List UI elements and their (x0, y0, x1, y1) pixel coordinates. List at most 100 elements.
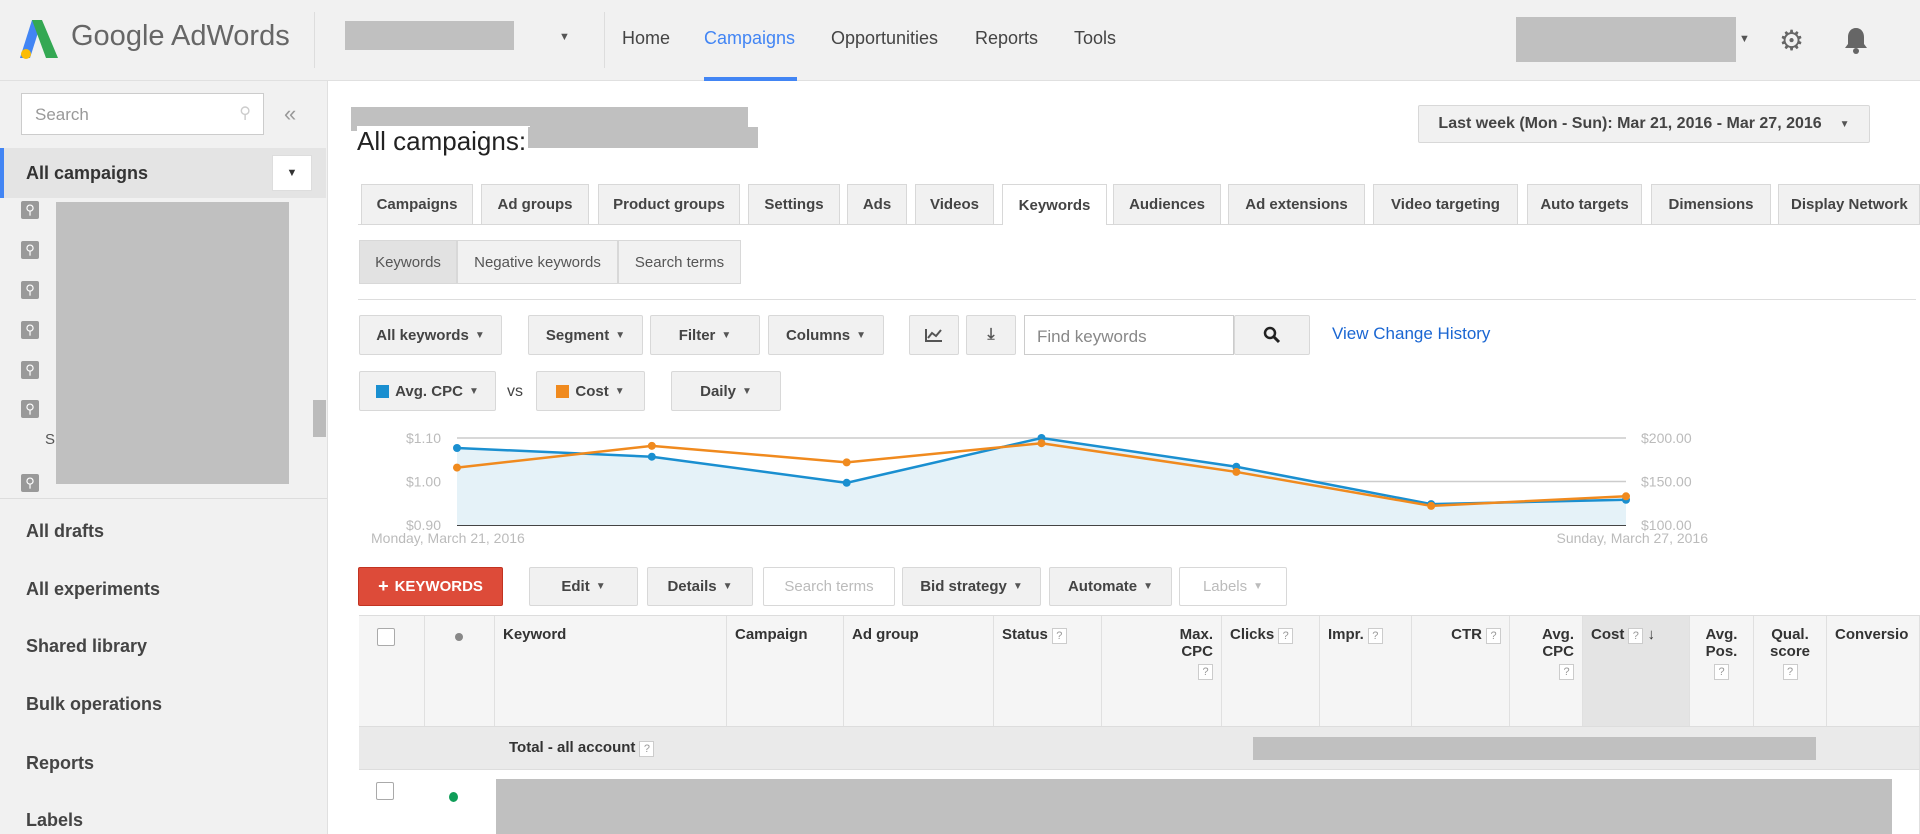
sidebar-search-input[interactable]: Search ⚲ (21, 93, 264, 135)
column-header-status[interactable]: Status? (994, 616, 1102, 726)
help-icon[interactable]: ? (1278, 628, 1294, 644)
metric2-selector[interactable]: Cost ▼ (536, 371, 645, 411)
tab-ads[interactable]: Ads (847, 184, 907, 224)
help-icon[interactable]: ? (1628, 628, 1644, 644)
bid-strategy-button[interactable]: Bid strategy ▼ (902, 567, 1041, 606)
sidebar-item-shared-library[interactable]: Shared library (26, 636, 147, 657)
column-header-label: Qual. score (1769, 626, 1811, 660)
tab-video-targeting[interactable]: Video targeting (1373, 184, 1518, 224)
edit-button[interactable]: Edit ▼ (529, 567, 638, 606)
tab-dimensions[interactable]: Dimensions (1651, 184, 1771, 224)
column-header-qual-score[interactable]: Qual. score? (1754, 616, 1827, 726)
gear-icon[interactable]: ⚙ (1779, 24, 1804, 57)
find-keywords-placeholder: Find keywords (1037, 327, 1147, 346)
metric1-selector[interactable]: Avg. CPC ▼ (359, 371, 496, 411)
column-header-conversio[interactable]: Conversio (1827, 616, 1920, 726)
help-icon[interactable]: ? (1559, 664, 1574, 680)
column-header-label: Ad group (852, 626, 919, 643)
filter-button[interactable]: Filter ▼ (650, 315, 760, 355)
sidebar-item-bulk-operations[interactable]: Bulk operations (26, 694, 162, 715)
total-label: Total - all account? (509, 739, 655, 757)
chevron-down-icon: ▼ (722, 581, 733, 592)
chevron-down-icon[interactable]: ▼ (272, 155, 312, 191)
nav-opportunities[interactable]: Opportunities (831, 28, 938, 49)
period-selector[interactable]: Daily ▼ (671, 371, 781, 411)
view-change-history-link[interactable]: View Change History (1332, 324, 1490, 344)
sidebar-item-all-experiments[interactable]: All experiments (26, 579, 160, 600)
tab-display-network[interactable]: Display Network (1778, 184, 1920, 224)
tab-ad-groups[interactable]: Ad groups (481, 184, 589, 224)
subtab-search-terms[interactable]: Search terms (618, 240, 741, 284)
add-keywords-button[interactable]: + KEYWORDS (358, 567, 503, 606)
automate-button[interactable]: Automate ▼ (1049, 567, 1172, 606)
help-icon[interactable]: ? (639, 741, 655, 757)
sidebar-item-labels[interactable]: Labels (26, 810, 83, 831)
tab-ad-extensions[interactable]: Ad extensions (1228, 184, 1365, 224)
tab-videos[interactable]: Videos (915, 184, 994, 224)
tab-audiences[interactable]: Audiences (1113, 184, 1221, 224)
tab-keywords[interactable]: Keywords (1002, 184, 1107, 225)
nav-reports[interactable]: Reports (975, 28, 1038, 49)
cost-point (1232, 467, 1241, 476)
nav-tools[interactable]: Tools (1074, 28, 1116, 49)
nav-campaigns[interactable]: Campaigns (704, 28, 795, 49)
find-keywords-input[interactable]: Find keywords (1024, 315, 1234, 355)
bid-strategy-label: Bid strategy (920, 578, 1007, 595)
row-checkbox[interactable] (376, 782, 394, 800)
nav-home[interactable]: Home (622, 28, 670, 49)
help-icon[interactable]: ? (1198, 664, 1213, 680)
column-header-avg-cpc[interactable]: Avg. CPC? (1510, 616, 1583, 726)
details-button[interactable]: Details ▼ (647, 567, 753, 606)
tab-campaigns[interactable]: Campaigns (361, 184, 473, 224)
user-account-menu[interactable] (1516, 17, 1736, 62)
column-header-max-cpc[interactable]: Max. CPC? (1102, 616, 1222, 726)
column-header-impr[interactable]: Impr.? (1320, 616, 1412, 726)
bell-icon[interactable] (1843, 26, 1869, 54)
avg-cpc-point (453, 444, 461, 453)
search-icon: ⚲ (239, 105, 251, 122)
user-dropdown-icon[interactable]: ▼ (1739, 33, 1750, 45)
toggle-chart-button[interactable] (909, 315, 959, 355)
help-icon[interactable]: ? (1367, 628, 1383, 644)
chevron-down-icon: ▼ (615, 329, 626, 341)
help-icon[interactable]: ? (1051, 628, 1067, 644)
date-range-selector[interactable]: Last week (Mon - Sun): Mar 21, 2016 - Ma… (1418, 105, 1870, 143)
account-dropdown-icon[interactable]: ▼ (559, 31, 570, 43)
subtab-keywords[interactable]: Keywords (359, 240, 457, 284)
tab-settings[interactable]: Settings (748, 184, 840, 224)
metric2-swatch (556, 384, 570, 398)
segment-button[interactable]: Segment ▼ (528, 315, 643, 355)
sort-descending-icon[interactable]: ↓ (1643, 626, 1656, 643)
tab-auto-targets[interactable]: Auto targets (1527, 184, 1642, 224)
help-icon[interactable]: ? (1714, 664, 1729, 680)
help-icon[interactable]: ? (1486, 628, 1501, 644)
chevron-down-icon: ▼ (1012, 581, 1023, 592)
column-header-ctr[interactable]: CTR? (1412, 616, 1510, 726)
segment-label: Segment (545, 326, 610, 344)
column-header-ad-group[interactable]: Ad group (844, 616, 994, 726)
all-campaigns-row[interactable]: All campaigns ▼ (0, 148, 326, 198)
column-header-cost[interactable]: Cost? ↓ (1583, 616, 1690, 726)
total-label-text: Total - all account (509, 739, 636, 756)
add-keywords-label: KEYWORDS (394, 578, 483, 595)
select-all-checkbox[interactable] (377, 628, 395, 646)
column-header-avg-pos[interactable]: Avg. Pos.? (1690, 616, 1754, 726)
download-button[interactable]: ⤓ (966, 315, 1016, 355)
search-button[interactable] (1234, 315, 1310, 355)
column-header-keyword[interactable]: Keyword (495, 616, 727, 726)
avg-cpc-point (842, 478, 851, 487)
column-header-clicks[interactable]: Clicks? (1222, 616, 1320, 726)
column-header-label: Max. CPC (1179, 626, 1213, 660)
all-keywords-filter[interactable]: All keywords ▼ (359, 315, 502, 355)
account-selector[interactable] (345, 21, 514, 50)
sidebar-item-reports[interactable]: Reports (26, 753, 94, 774)
search-terms-button[interactable]: Search terms (763, 567, 895, 606)
collapse-sidebar-icon[interactable]: « (284, 101, 296, 127)
labels-button[interactable]: Labels ▼ (1179, 567, 1287, 606)
column-header-campaign[interactable]: Campaign (727, 616, 844, 726)
column-header-label: Conversio (1835, 626, 1909, 643)
subtab-negative-keywords[interactable]: Negative keywords (457, 240, 618, 284)
help-icon[interactable]: ? (1782, 664, 1798, 680)
columns-button[interactable]: Columns ▼ (768, 315, 884, 355)
tab-product-groups[interactable]: Product groups (598, 184, 740, 224)
